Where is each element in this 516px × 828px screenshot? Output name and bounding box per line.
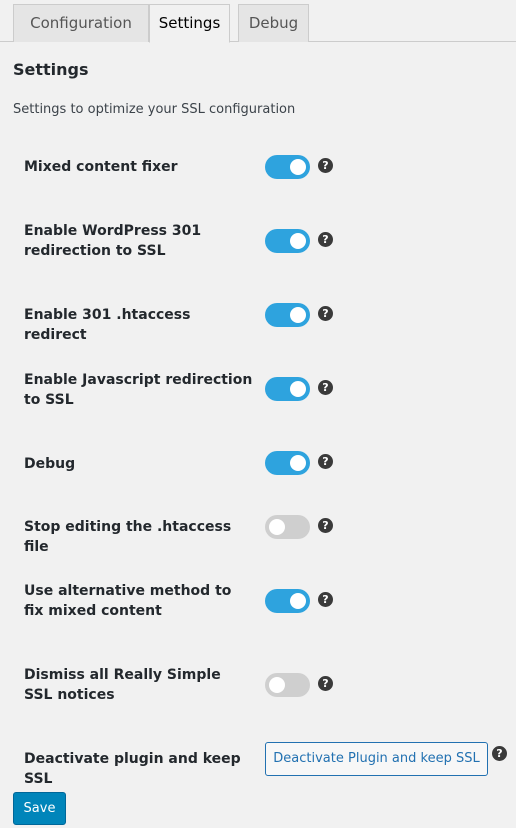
question-circle-icon[interactable]: ? (318, 676, 333, 691)
question-circle-icon[interactable]: ? (318, 232, 333, 247)
save-button[interactable]: Save (13, 792, 66, 825)
setting-label-debug: Debug (24, 456, 76, 472)
question-circle-icon[interactable]: ? (492, 746, 507, 761)
toggle-knob (290, 159, 306, 175)
toggle-knob (290, 455, 306, 471)
toggle-knob (269, 677, 285, 693)
question-circle-icon[interactable]: ? (318, 380, 333, 395)
toggle-htaccess-redirect[interactable] (265, 303, 310, 327)
toggle-mixed-content-fixer[interactable] (265, 155, 310, 179)
toggle-knob (290, 233, 306, 249)
page-description: Settings to optimize your SSL configurat… (13, 102, 296, 117)
toggle-stop-editing-htaccess[interactable] (265, 515, 310, 539)
setting-label-htaccess-redirect: Enable 301 .htaccess redirect (24, 307, 191, 343)
setting-label-mixed-content-fixer: Mixed content fixer (24, 159, 178, 175)
question-circle-icon[interactable]: ? (318, 518, 333, 533)
question-circle-icon[interactable]: ? (318, 454, 333, 469)
setting-label-javascript-redirect: Enable Javascript redirection to SSL (24, 372, 253, 408)
setting-label-alternative-mixed-content: Use alternative method to fix mixed cont… (24, 583, 232, 619)
toggle-javascript-redirect[interactable] (265, 377, 310, 401)
tab-debug[interactable]: Debug (238, 4, 309, 42)
toggle-knob (290, 381, 306, 397)
toggle-knob (290, 307, 306, 323)
page-title: Settings (13, 60, 89, 79)
toggle-dismiss-notices[interactable] (265, 673, 310, 697)
toggle-alternative-mixed-content[interactable] (265, 589, 310, 613)
tab-bar: Configuration Settings Debug (0, 0, 516, 43)
setting-label-stop-editing-htaccess: Stop editing the .htaccess file (24, 519, 232, 555)
setting-label-dismiss-notices: Dismiss all Really Simple SSL notices (24, 667, 221, 703)
toggle-knob (269, 519, 285, 535)
toggle-knob (290, 593, 306, 609)
question-circle-icon[interactable]: ? (318, 592, 333, 607)
tab-configuration[interactable]: Configuration (13, 4, 149, 42)
setting-label-wp-301-redirect: Enable WordPress 301 redirection to SSL (24, 223, 202, 259)
setting-label-deactivate-keep-ssl: Deactivate plugin and keep SSL (24, 751, 241, 787)
toggle-wp-301-redirect[interactable] (265, 229, 310, 253)
toggle-debug[interactable] (265, 451, 310, 475)
deactivate-plugin-button[interactable]: Deactivate Plugin and keep SSL (265, 742, 488, 776)
question-circle-icon[interactable]: ? (318, 306, 333, 321)
tab-settings[interactable]: Settings (149, 4, 230, 43)
question-circle-icon[interactable]: ? (318, 158, 333, 173)
